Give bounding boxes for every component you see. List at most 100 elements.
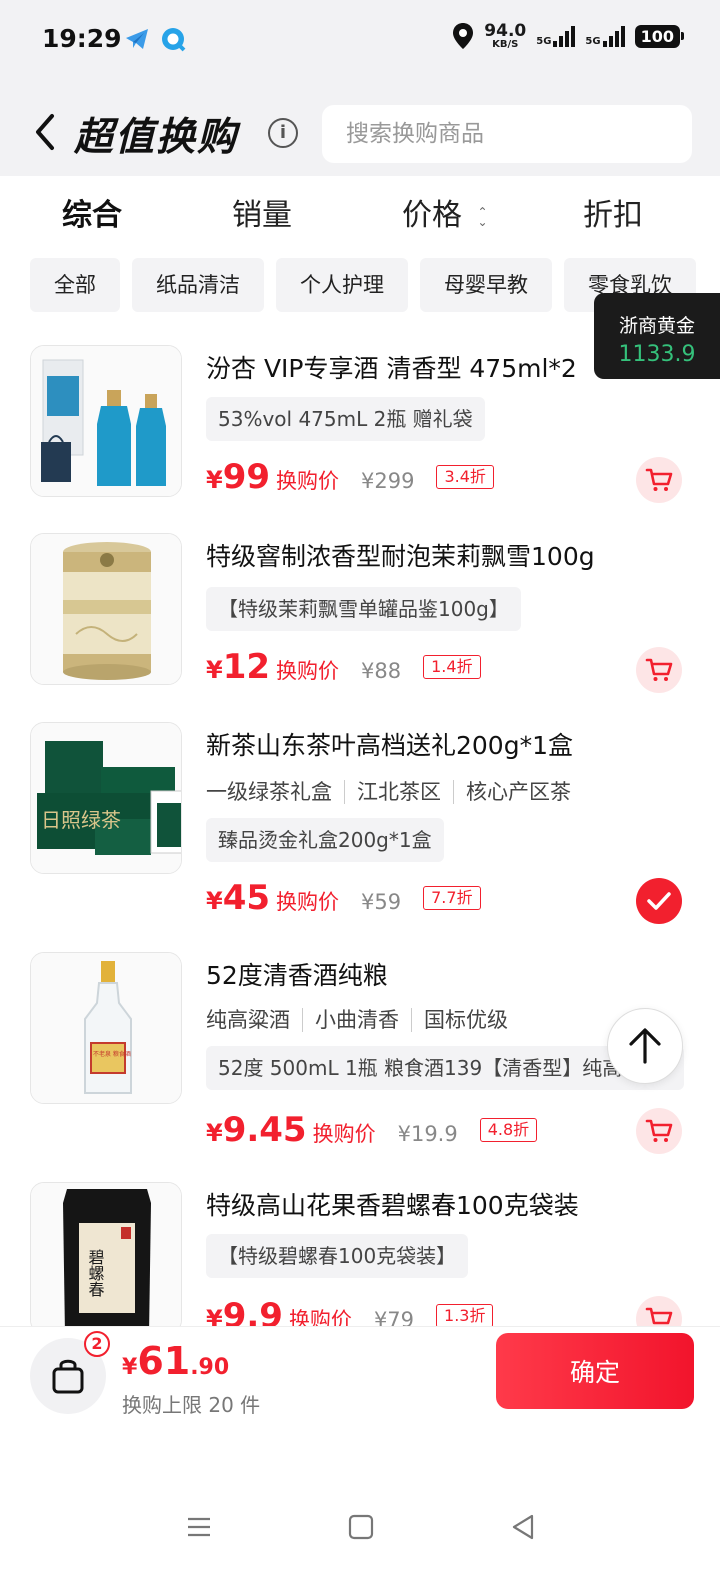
price-symbol: ¥ — [206, 466, 223, 494]
original-price: ¥299 — [361, 469, 415, 493]
chip-all[interactable]: 全部 — [30, 258, 120, 312]
confirm-button[interactable]: 确定 — [496, 1333, 694, 1409]
product-image-text: 日照绿茶 — [41, 808, 121, 832]
tab-price-label: 价格 — [402, 198, 462, 233]
gold-value: 1133.9 — [618, 342, 696, 367]
product-title: 特级窨制浓香型耐泡茉莉飘雪100g — [206, 542, 595, 571]
location-icon — [453, 23, 474, 49]
tea-can-icon — [31, 534, 181, 684]
price-label: 换购价 — [276, 659, 340, 683]
original-price: ¥88 — [361, 659, 402, 683]
net-speed: 94.0 KB/S — [484, 20, 527, 50]
product-spec[interactable]: 臻品烫金礼盒200g*1盒 — [206, 818, 444, 862]
page-title: 超值换购 — [74, 115, 239, 160]
check-icon — [647, 892, 671, 910]
product-image[interactable]: 不老泉 粮食酒 — [30, 952, 182, 1104]
price-row: ¥ 45 换购价 ¥59 7.7折 — [206, 878, 481, 918]
product-spec[interactable]: 【特级茉莉飘雪单罐品鉴100g】 — [206, 587, 521, 631]
price-symbol: ¥ — [206, 1119, 223, 1147]
product-title: 52度清香酒纯粮 — [206, 961, 388, 990]
back-to-top-button[interactable] — [607, 1008, 683, 1084]
net-speed-unit: KB/S — [492, 38, 519, 50]
add-to-cart-button[interactable] — [636, 1108, 682, 1154]
product-image[interactable]: 日照绿茶 — [30, 722, 182, 874]
signal-2-label: 5G — [585, 36, 601, 47]
gold-name: 浙商黄金 — [618, 315, 695, 337]
product-tag: 核心产区茶 — [453, 780, 571, 804]
discount-badge: 1.3折 — [436, 1304, 494, 1328]
chip-baby[interactable]: 母婴早教 — [420, 258, 552, 312]
discount-badge: 1.4折 — [423, 655, 481, 679]
tab-discount[interactable]: 折扣 — [583, 190, 643, 234]
discount-badge: 3.4折 — [436, 465, 494, 489]
total-price: ¥ 61 .90 — [122, 1339, 229, 1383]
product-tag: 国标优级 — [411, 1008, 508, 1032]
signal-1-label: 5G — [536, 36, 552, 47]
product-image[interactable]: 碧螺春 — [30, 1182, 182, 1334]
product-image[interactable] — [30, 345, 182, 497]
green-tea-box-icon: 日照绿茶 — [31, 723, 181, 873]
header: 超值换购 i — [0, 80, 720, 176]
signal-2: 5G — [585, 25, 625, 47]
nav-back-icon[interactable] — [508, 1512, 538, 1542]
bag-count-badge: 2 — [84, 1331, 110, 1357]
info-icon[interactable]: i — [268, 118, 298, 148]
gold-price-widget[interactable]: 浙商黄金 1133.9 — [594, 293, 720, 379]
battery-icon: 100 — [634, 24, 685, 48]
signal-1: 5G — [536, 25, 576, 47]
price-symbol: ¥ — [206, 656, 223, 684]
back-icon[interactable] — [30, 112, 60, 152]
product-image-text: 碧螺春 — [86, 1249, 105, 1297]
cart-icon — [645, 468, 673, 491]
liquor-bottles-icon — [31, 346, 181, 496]
browser-icon — [162, 28, 186, 52]
product-spec[interactable]: 【特级碧螺春100克袋装】 — [206, 1234, 469, 1278]
status-bar: 19:29 94.0 KB/S 5G 5G 100 — [0, 0, 720, 80]
product-title: 特级高山花果香碧螺春100克袋装 — [206, 1191, 579, 1220]
price-label: 换购价 — [276, 890, 340, 914]
chip-paper-cleaning[interactable]: 纸品清洁 — [132, 258, 264, 312]
sort-tabs: 综合 销量 价格 ⌃ ⌄ 折扣 — [0, 176, 720, 246]
status-time: 19:29 — [42, 24, 122, 53]
exchange-price: 45 — [222, 878, 271, 918]
product-image[interactable] — [30, 533, 182, 685]
product-spec[interactable]: 53%vol 475mL 2瓶 赠礼袋 — [206, 397, 485, 441]
product-title: 新茶山东茶叶高档送礼200g*1盒 — [206, 731, 573, 760]
search-box[interactable] — [322, 105, 692, 163]
original-price: ¥59 — [361, 890, 402, 914]
exchange-limit: 换购上限 20 件 — [122, 1393, 261, 1417]
chip-personal-care[interactable]: 个人护理 — [276, 258, 408, 312]
exchange-price: 12 — [222, 647, 271, 687]
product-tags: 纯高粱酒 小曲清香 国标优级 — [206, 1004, 508, 1034]
price-row: ¥ 99 换购价 ¥299 3.4折 — [206, 457, 494, 497]
system-nav-bar — [0, 1436, 720, 1584]
add-to-cart-button[interactable] — [636, 457, 682, 503]
product-tag: 小曲清香 — [302, 1008, 399, 1032]
exchange-price: 99 — [222, 457, 271, 497]
signal-bars-icon — [553, 25, 576, 47]
discount-badge: 7.7折 — [423, 886, 481, 910]
tab-comprehensive[interactable]: 综合 — [62, 190, 122, 234]
tab-sales[interactable]: 销量 — [232, 190, 292, 234]
sort-caret-icon: ⌃ ⌄ — [477, 204, 488, 229]
original-price: ¥19.9 — [397, 1122, 458, 1146]
notification-icons — [124, 26, 186, 52]
baijiu-bottle-icon: 不老泉 粮食酒 — [31, 953, 181, 1103]
tea-bag-icon: 碧螺春 — [31, 1183, 181, 1333]
net-speed-value: 94.0 — [484, 20, 527, 41]
cart-icon — [645, 1119, 673, 1142]
selected-checkbox[interactable] — [636, 878, 682, 924]
cart-icon — [645, 658, 673, 681]
product-tag: 一级绿茶礼盒 — [206, 780, 332, 804]
product-title: 汾杏 VIP专享酒 清香型 475ml*2 — [206, 354, 577, 383]
arrow-up-icon — [629, 1028, 661, 1064]
search-input[interactable] — [322, 105, 692, 163]
home-icon[interactable] — [346, 1512, 376, 1542]
add-to-cart-button[interactable] — [636, 647, 682, 693]
signal-bars-icon — [602, 25, 625, 47]
tab-price[interactable]: 价格 ⌃ ⌄ — [402, 190, 488, 234]
total-decimal: .90 — [190, 1355, 230, 1380]
menu-icon[interactable] — [184, 1512, 214, 1542]
product-tags: 一级绿茶礼盒 江北茶区 核心产区茶 — [206, 776, 571, 806]
discount-badge: 4.8折 — [479, 1118, 538, 1142]
